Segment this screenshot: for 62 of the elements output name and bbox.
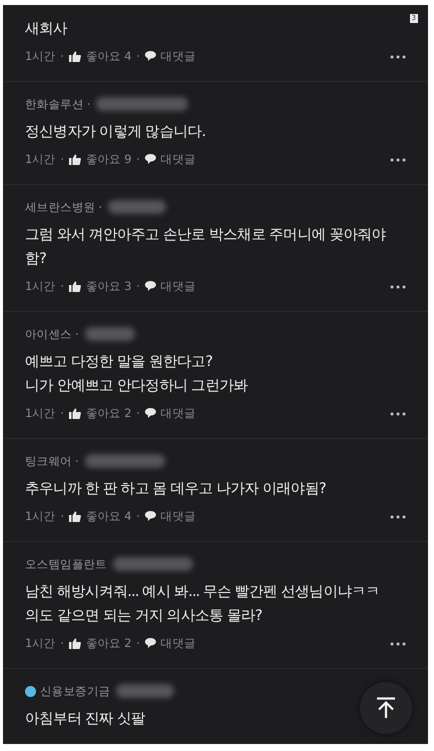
speech-bubble-icon[interactable]	[144, 511, 156, 521]
more-icon[interactable]	[390, 285, 406, 289]
arrow-up-icon	[376, 697, 396, 719]
like-count[interactable]: 좋아요 2	[86, 406, 132, 420]
comment-text: 새회사	[25, 20, 68, 39]
separator-dot: ·	[60, 509, 64, 523]
time-text: 1시간	[25, 48, 56, 64]
comment-text: 남친 해방시켜줘... 예시 봐... 무슨 빨간펜 선생님이냐ㅋㅋ 의도 같으면 되는 거지 의사소통 몰라?	[25, 583, 380, 626]
comment-text: 정신병자가 이렇게 많습니다.	[25, 123, 206, 142]
time-text: 1시간	[25, 152, 56, 166]
comment-text: 예쁘고 다정한 말을 원한다고? 니가 안예쁘고 안다정하니 그런가봐	[25, 353, 248, 396]
comment-text: 아침부터 진짜 싯팔	[25, 710, 146, 729]
comment-text: 그럼 와서 껴안아주고 손난로 박스채로 주머니에 꽂아줘야함?	[25, 226, 387, 269]
more-icon[interactable]	[390, 158, 406, 162]
separator-dot: ·	[136, 279, 140, 293]
separator-dot: ·	[136, 509, 140, 523]
separator-dot: ·	[60, 636, 64, 650]
reply-link[interactable]: 대댓글	[160, 636, 196, 650]
thumbs-up-icon[interactable]	[68, 510, 81, 522]
like-count[interactable]: 좋아요 9	[86, 152, 132, 166]
like-count[interactable]: 좋아요 2	[86, 636, 132, 650]
reply-link[interactable]: 대댓글	[160, 48, 196, 64]
thumbs-up-icon[interactable]	[68, 50, 81, 62]
author-name[interactable]: 아이센스 ·	[25, 326, 79, 342]
separator-dot: ·	[136, 152, 140, 166]
separator-dot: ·	[136, 49, 140, 63]
like-count[interactable]: 좋아요 4	[86, 48, 132, 64]
time-text: 1시간	[25, 508, 56, 524]
thumbs-up-icon[interactable]	[68, 154, 81, 164]
author-name[interactable]: 신용보증기금	[40, 684, 110, 698]
separator-dot: ·	[60, 279, 64, 293]
speech-bubble-icon[interactable]	[144, 638, 156, 648]
reply-link[interactable]: 대댓글	[160, 406, 196, 420]
thumbs-up-icon[interactable]	[68, 638, 81, 648]
speech-bubble-icon[interactable]	[144, 408, 156, 418]
separator-dot: ·	[60, 152, 64, 166]
speech-bubble-icon[interactable]	[144, 281, 156, 291]
author-name[interactable]: 한화솔루션 ·	[25, 96, 90, 112]
separator-dot: ·	[60, 49, 64, 63]
more-icon[interactable]	[390, 642, 406, 646]
speech-bubble-icon[interactable]	[144, 154, 156, 164]
like-count[interactable]: 좋아요 4	[86, 508, 132, 524]
separator-dot: ·	[60, 406, 64, 420]
author-name[interactable]: 팅크웨어 ·	[25, 454, 79, 468]
author-name[interactable]: 오스템임플란트	[25, 556, 107, 572]
time-text: 1시간	[25, 406, 56, 420]
separator-dot: ·	[136, 406, 140, 420]
separator-dot: ·	[136, 636, 140, 650]
reply-link[interactable]: 대댓글	[160, 152, 196, 166]
thumbs-up-icon[interactable]	[68, 408, 81, 418]
reply-link[interactable]: 대댓글	[160, 508, 196, 524]
more-icon[interactable]	[390, 55, 406, 59]
thumbs-up-icon[interactable]	[68, 280, 81, 292]
more-icon[interactable]	[390, 515, 406, 519]
more-icon[interactable]	[390, 412, 406, 416]
speech-bubble-icon[interactable]	[144, 51, 156, 61]
reply-link[interactable]: 대댓글	[160, 278, 196, 294]
time-text: 1시간	[25, 278, 56, 294]
like-count[interactable]: 좋아요 3	[86, 278, 132, 294]
comment-text: 추우니까 한 판 하고 몸 데우고 나가자 이래야됨?	[25, 480, 326, 499]
author-name[interactable]: 세브란스병원 ·	[25, 200, 102, 214]
time-text: 1시간	[25, 636, 56, 650]
